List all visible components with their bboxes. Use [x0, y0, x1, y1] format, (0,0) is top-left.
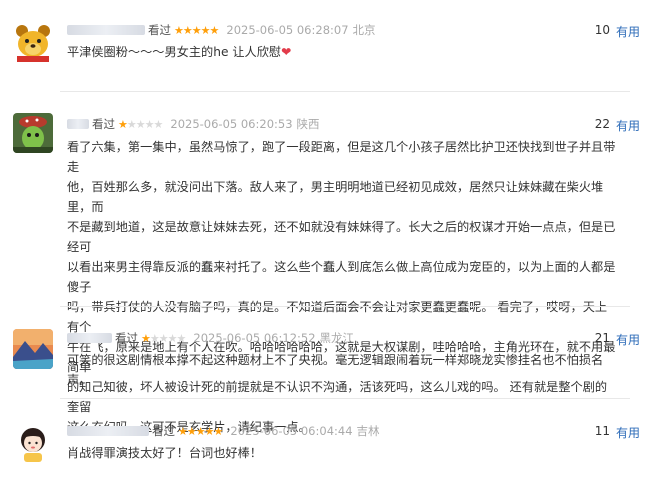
review-location: 吉林: [356, 424, 380, 438]
star-empty-icon: ★: [144, 117, 155, 131]
username-redacted[interactable]: [67, 333, 112, 343]
vote-count: 11: [594, 424, 610, 438]
review-meta: 看过 ★ ★ ★ ★ ★ 2025-06-05 06:12:52 黑龙江: [67, 329, 354, 347]
star-empty-icon: ★: [126, 117, 137, 131]
review-time: 2025-06-05 06:28:07: [226, 23, 349, 37]
star-empty-icon: ★: [149, 331, 160, 345]
review-content: 平津侯圈粉～～～男女主的he 让人欣慰❤: [67, 42, 617, 62]
review-location: 北京: [352, 23, 376, 37]
rating-stars: ★ ★ ★ ★ ★: [118, 117, 164, 131]
divider: [60, 91, 630, 92]
heart-icon: ❤: [281, 45, 292, 59]
star-empty-icon: ★: [158, 331, 169, 345]
star-empty-icon: ★: [153, 117, 164, 131]
watch-status: 看过: [115, 331, 138, 345]
username-redacted[interactable]: [67, 25, 145, 35]
star-icon: ★: [174, 23, 184, 37]
star-icon: ★: [209, 23, 220, 37]
star-icon: ★: [141, 331, 151, 345]
useful-button[interactable]: 有用: [616, 23, 640, 40]
star-empty-icon: ★: [176, 331, 187, 345]
landscape-avatar[interactable]: [13, 329, 53, 369]
review-text: 平津侯圈粉～～～男女主的he 让人欣慰: [67, 45, 282, 59]
review-text-line: 看了六集，第一集中，虽然马惊了，跑了一段距离，但是这几个小孩子居然比护卫还快找到…: [67, 140, 616, 174]
review-time: 2025-06-05 06:20:53: [170, 117, 293, 131]
girl-illustration-avatar[interactable]: [13, 422, 53, 462]
review-content: 肖战得罪演技太好了！台词也好棒！: [67, 443, 617, 463]
vote-count: 21: [594, 331, 610, 345]
review-content: 看了六集，第一集中，虽然马惊了，跑了一段距离，但是这几个小孩子居然比护卫还快找到…: [67, 137, 617, 437]
review-time: 2025-06-05 06:04:44: [230, 424, 353, 438]
cartoon-bear-avatar[interactable]: [13, 22, 53, 62]
vote-count: 22: [594, 117, 610, 131]
review-content: 可笑的很这剧情根本撑不起这种题材上不了央视。毫无逻辑跟闹着玩一样郑晓龙实惨挂名也…: [67, 350, 617, 390]
review-meta: 看过 ★ ★ ★ ★ ★ 2025-06-05 06:20:53 陕西: [67, 115, 320, 133]
rating-stars: ★ ★ ★ ★ ★: [178, 424, 224, 438]
star-icon: ★: [186, 424, 197, 438]
star-icon: ★: [182, 23, 193, 37]
review-meta: 看过 ★ ★ ★ ★ ★ 2025-06-05 06:28:07 北京: [67, 21, 376, 39]
star-icon: ★: [118, 117, 128, 131]
vote-count: 10: [594, 23, 610, 37]
divider: [60, 398, 630, 399]
star-icon: ★: [195, 424, 206, 438]
review-location: 黑龙江: [319, 331, 355, 345]
useful-button[interactable]: 有用: [616, 424, 640, 441]
star-empty-icon: ★: [135, 117, 146, 131]
review-time: 2025-06-05 06:12:52: [193, 331, 316, 345]
star-icon: ★: [204, 424, 215, 438]
useful-button[interactable]: 有用: [616, 117, 640, 134]
useful-button[interactable]: 有用: [616, 331, 640, 348]
review-location: 陕西: [296, 117, 320, 131]
username-redacted[interactable]: [67, 119, 89, 129]
green-figure-avatar[interactable]: [13, 113, 53, 153]
review-text: 肖战得罪演技太好了！台词也好棒！: [67, 446, 262, 460]
watch-status: 看过: [152, 424, 175, 438]
star-empty-icon: ★: [167, 331, 178, 345]
username-redacted[interactable]: [67, 426, 149, 436]
rating-stars: ★ ★ ★ ★ ★: [141, 331, 187, 345]
watch-status: 看过: [148, 23, 171, 37]
review-text: 可笑的很这剧情根本撑不起这种题材上不了央视。毫无逻辑跟闹着玩一样郑晓龙实惨挂名也…: [67, 353, 604, 387]
star-icon: ★: [178, 424, 188, 438]
watch-status: 看过: [92, 117, 115, 131]
rating-stars: ★ ★ ★ ★ ★: [174, 23, 220, 37]
review-meta: 看过 ★ ★ ★ ★ ★ 2025-06-05 06:04:44 吉林: [67, 422, 380, 440]
star-icon: ★: [200, 23, 211, 37]
star-icon: ★: [213, 424, 224, 438]
review-text-line: 不是藏到地道，这是故意让妹妹去死，还不如就没有妹妹得了。长大之后的权谋才开始一点…: [67, 220, 616, 254]
review-text-line: 以看出来男主得靠反派的蠢来衬托了。这么些个蠢人到底怎么做上高位成为宠臣的，以为上…: [67, 260, 616, 294]
star-icon: ★: [191, 23, 202, 37]
review-text-line: 他，百姓那么多，就没问出下落。敌人来了，男主明明地道已经初见成效，居然只让妹妹藏…: [67, 180, 604, 214]
divider: [60, 306, 630, 307]
